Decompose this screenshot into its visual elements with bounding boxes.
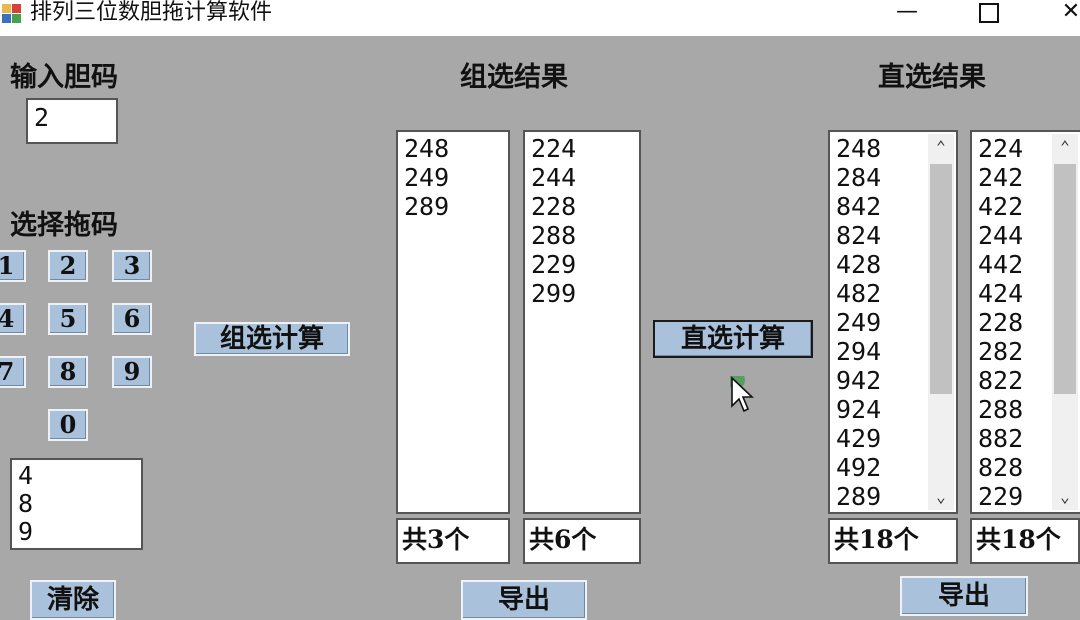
digit-button-9[interactable]: 9: [112, 356, 152, 388]
dan-label: 输入胆码: [10, 62, 118, 93]
minimize-button[interactable]: —: [884, 0, 930, 26]
scroll-up-icon[interactable]: ⌃: [1052, 134, 1078, 160]
direct-calc-button[interactable]: 直选计算: [653, 320, 813, 358]
direct-export-button[interactable]: 导出: [900, 576, 1028, 616]
list-item[interactable]: 4: [18, 462, 141, 490]
list-item[interactable]: 228: [531, 192, 639, 221]
list-item[interactable]: 9: [18, 518, 141, 546]
group-calc-button[interactable]: 组选计算: [194, 322, 350, 356]
scrollbar[interactable]: ⌃ ⌄: [1052, 134, 1078, 510]
group-result-list-1[interactable]: 248 249 289: [396, 130, 510, 514]
direct-count-1: 共18个: [828, 518, 958, 564]
digit-button-2[interactable]: 2: [48, 250, 88, 282]
maximize-button[interactable]: [966, 0, 1012, 26]
list-item[interactable]: 244: [531, 163, 639, 192]
digit-button-8[interactable]: 8: [48, 356, 88, 388]
main-client-area: 输入胆码 2 选择拖码 1 2 3 4 5 6 7 8 9 0 4 8 9 清除…: [0, 36, 1080, 620]
clear-button[interactable]: 清除: [30, 580, 116, 620]
group-count-1: 共3个: [396, 518, 510, 564]
maximize-icon: [979, 3, 999, 23]
scroll-down-icon[interactable]: ⌄: [928, 484, 954, 510]
scroll-up-icon[interactable]: ⌃: [928, 134, 954, 160]
direct-result-title: 直选结果: [878, 62, 986, 93]
window-title: 排列三位数胆拖计算软件: [30, 0, 273, 25]
digit-button-0[interactable]: 0: [48, 409, 88, 441]
list-item[interactable]: 229: [531, 250, 639, 279]
digit-button-7[interactable]: 7: [0, 356, 26, 388]
group-count-2: 共6个: [523, 518, 641, 564]
digit-button-4[interactable]: 4: [0, 303, 26, 335]
dan-input[interactable]: 2: [26, 98, 118, 144]
direct-result-list-1[interactable]: 248 284 842 824 428 482 249 294 942 924 429 492 289 …: [828, 130, 958, 514]
list-item[interactable]: 249: [404, 163, 508, 192]
direct-result-list-2[interactable]: 224 242 422 244 442 424 228 282 822 288 882 828 229 …: [970, 130, 1080, 514]
list-item[interactable]: 8: [18, 490, 141, 518]
list-item[interactable]: 289: [404, 192, 508, 221]
digit-button-1[interactable]: 1: [0, 250, 26, 282]
close-button[interactable]: ✕: [1048, 0, 1080, 26]
app-icon: [2, 4, 22, 24]
tuo-label: 选择拖码: [10, 210, 118, 241]
scroll-down-icon[interactable]: ⌄: [1052, 484, 1078, 510]
scroll-thumb[interactable]: [930, 164, 952, 394]
minimize-icon: —: [896, 0, 918, 24]
digit-button-5[interactable]: 5: [48, 303, 88, 335]
selected-tuo-list[interactable]: 4 8 9: [10, 458, 143, 550]
scroll-thumb[interactable]: [1054, 164, 1076, 394]
group-result-list-2[interactable]: 224 244 228 288 229 299: [523, 130, 641, 514]
list-item[interactable]: 288: [531, 221, 639, 250]
digit-button-3[interactable]: 3: [112, 250, 152, 282]
title-bar: 排列三位数胆拖计算软件 — ✕: [0, 0, 1080, 36]
close-icon: ✕: [1061, 0, 1080, 24]
direct-count-2: 共18个: [970, 518, 1080, 564]
mouse-pointer-icon: [730, 376, 755, 413]
list-item[interactable]: 224: [531, 134, 639, 163]
list-item[interactable]: 248: [404, 134, 508, 163]
group-result-title: 组选结果: [460, 62, 568, 93]
digit-button-6[interactable]: 6: [112, 303, 152, 335]
scrollbar[interactable]: ⌃ ⌄: [928, 134, 954, 510]
group-export-button[interactable]: 导出: [461, 580, 587, 620]
list-item[interactable]: 299: [531, 279, 639, 308]
